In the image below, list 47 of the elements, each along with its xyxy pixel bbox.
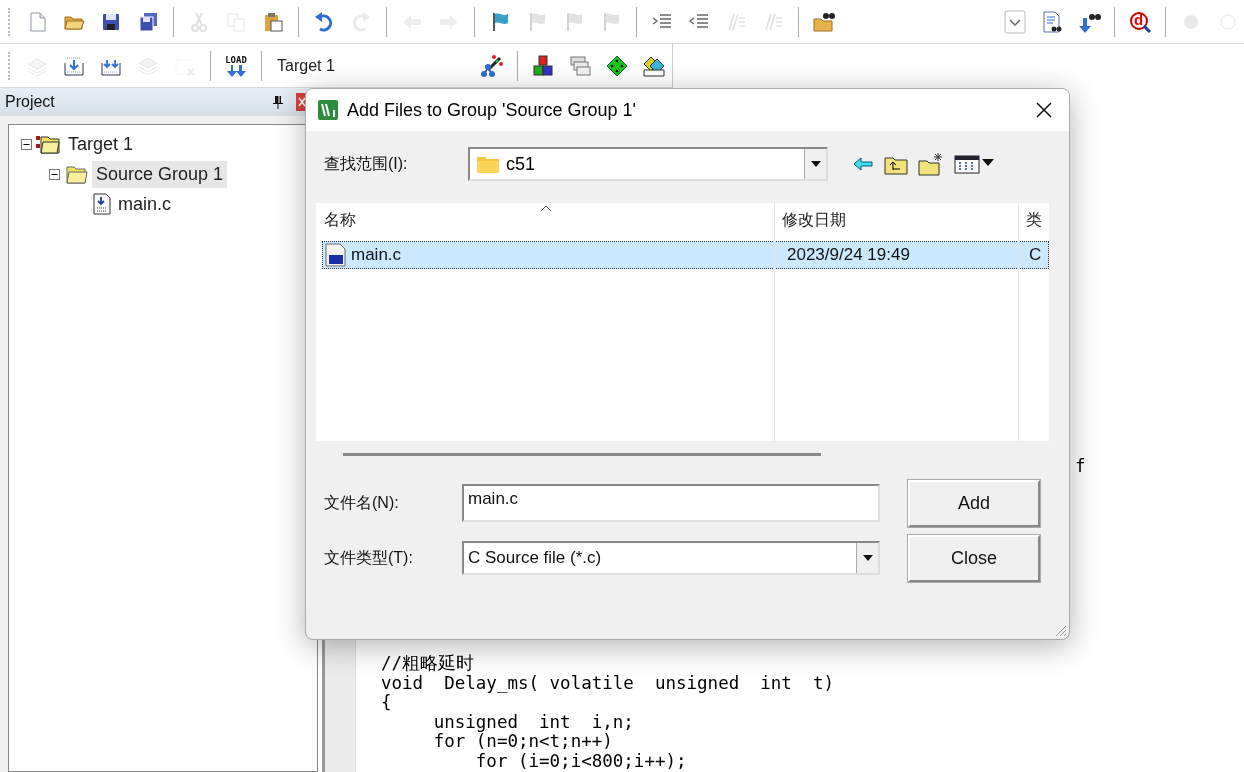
code-line: void Delay_ms( volatile unsigned int t) (381, 673, 835, 693)
file-type-label: 文件类型(T): (323, 547, 414, 568)
code-line: unsigned int i,n; (432, 712, 634, 732)
view-menu-icon[interactable] (954, 153, 996, 175)
app-icon (318, 100, 338, 120)
collapse-box-icon[interactable] (21, 138, 32, 150)
file-name-field[interactable]: main.c (462, 484, 880, 522)
dialog-title: Add Files to Group 'Source Group 1' (347, 99, 637, 121)
panel-title: Project (5, 93, 55, 111)
resize-grip-icon[interactable] (1053, 623, 1067, 637)
new-folder-icon[interactable] (918, 152, 944, 176)
code-text: f (1075, 456, 1086, 476)
column-header[interactable]: 类 (1018, 209, 1049, 231)
down-arrows-icon (225, 64, 247, 77)
tree-item[interactable]: Source Group 1 (92, 160, 228, 188)
close-button[interactable]: Close (908, 534, 1040, 582)
back-arrow-icon[interactable] (852, 154, 874, 174)
folder-icon (64, 163, 90, 185)
dropdown-arrow-icon (810, 161, 821, 167)
table-cell-text: C (1028, 245, 1043, 265)
code-line: { (381, 693, 392, 713)
debug-button[interactable]: d (1124, 5, 1156, 38)
column-header[interactable]: 修改日期 (774, 209, 1018, 231)
column-header[interactable]: 名称 (316, 209, 774, 231)
folder-icon (476, 154, 500, 174)
c-file-icon (325, 243, 347, 267)
code-line: for (n=0;n<t;n++) (432, 732, 613, 752)
code-line: //粗略延时 (381, 654, 475, 674)
c-file-icon (92, 193, 112, 215)
file-row[interactable]: main.c 2023/9/24 19:49 C (322, 241, 1049, 269)
look-in-label: 查找范围(I): (323, 153, 409, 174)
dropdown-arrow-icon (862, 555, 873, 561)
folder-icon (36, 133, 62, 155)
code-line: for (i=0;i<800;i++); (474, 751, 687, 771)
file-name-label: 文件名(N): (323, 492, 400, 513)
tree-item[interactable]: main.c (114, 190, 175, 218)
file-name: main.c (351, 245, 402, 265)
tree-item[interactable]: Target 1 (64, 130, 138, 158)
file-type-dropdown[interactable]: C Source file (*.c) (462, 541, 880, 575)
pin-icon[interactable] (272, 95, 284, 109)
collapse-box-icon[interactable] (49, 168, 60, 180)
load-button[interactable]: LOAD (220, 49, 252, 82)
table-cell-text: 2023/9/24 19:49 (786, 245, 911, 265)
target-name: Target 1 (277, 56, 335, 75)
add-button[interactable]: Add (908, 479, 1040, 527)
look-in-dropdown[interactable]: c51 (468, 147, 828, 181)
close-icon[interactable] (1035, 101, 1053, 119)
